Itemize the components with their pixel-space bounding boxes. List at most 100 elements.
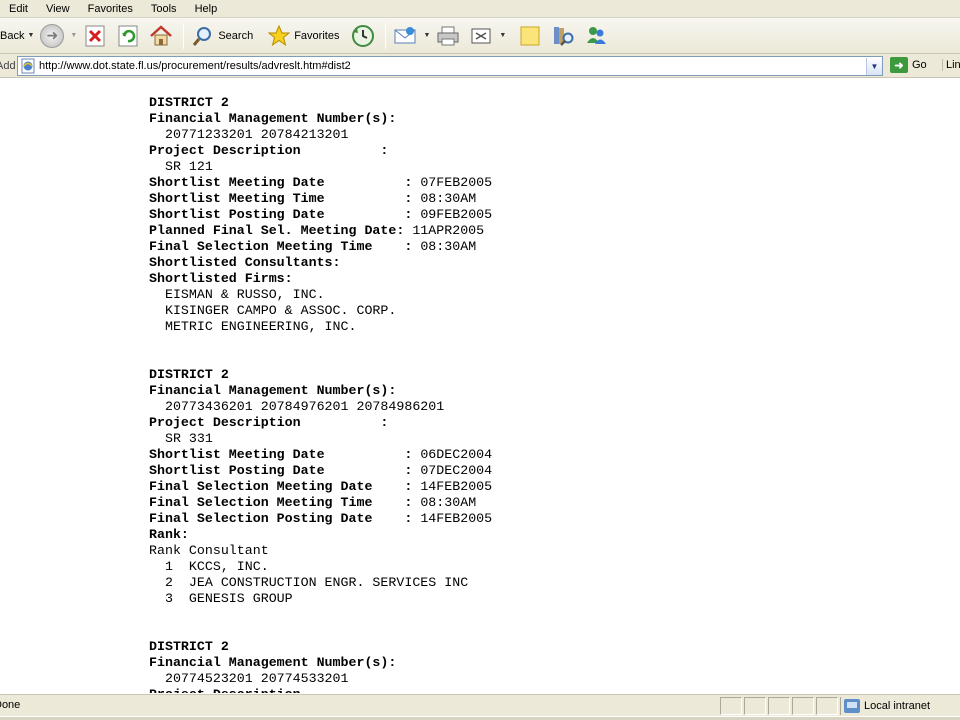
field-value: 08:30AM xyxy=(420,191,477,206)
field-label: Shortlist Posting Date : xyxy=(149,463,421,478)
status-text: Done xyxy=(0,699,21,711)
menu-edit[interactable]: Edit xyxy=(0,1,37,17)
menu-favorites[interactable]: Favorites xyxy=(79,1,142,17)
toolbar: Back ▼ ➜ ▼ Search Favorites ▼ ▼ xyxy=(0,18,960,54)
address-field[interactable]: ▼ xyxy=(17,56,883,76)
search-label: Search xyxy=(218,29,254,42)
page-content: DISTRICT 2 Financial Management Number(s)… xyxy=(0,79,960,693)
go-arrow-icon: ➜ xyxy=(890,57,908,73)
research-icon xyxy=(551,24,575,48)
content-line: Shortlist Posting Date : 07DEC2004 xyxy=(149,463,492,479)
refresh-button[interactable] xyxy=(113,22,146,50)
menu-help[interactable]: Help xyxy=(186,1,227,17)
forward-icon: ➜ xyxy=(40,23,65,48)
forward-button[interactable]: ➜ ▼ xyxy=(37,22,80,50)
security-zone[interactable]: Local intranet xyxy=(840,697,960,715)
content-line: SR 331 xyxy=(149,431,492,447)
text-line: Project Description xyxy=(149,687,301,693)
menu-tools[interactable]: Tools xyxy=(142,1,186,17)
text-line: Shortlisted Consultants: xyxy=(149,255,341,270)
menu-bar: Edit View Favorites Tools Help xyxy=(0,0,960,18)
content-line: Financial Management Number(s): xyxy=(149,655,492,671)
content-line: Financial Management Number(s): xyxy=(149,111,492,127)
menu-view[interactable]: View xyxy=(37,1,79,17)
star-icon xyxy=(267,24,291,48)
content-line: Final Selection Meeting Time : 08:30AM xyxy=(149,495,492,511)
address-dropdown-icon[interactable]: ▼ xyxy=(866,57,882,75)
field-label: Shortlist Meeting Date : xyxy=(149,447,421,462)
research-button[interactable] xyxy=(548,22,581,50)
status-pane xyxy=(768,697,790,715)
text-line: SR 331 xyxy=(149,431,213,446)
search-icon xyxy=(191,24,215,48)
text-line: 20773436201 20784976201 20784986201 xyxy=(149,399,445,414)
text-line: DISTRICT 2 xyxy=(149,639,229,654)
url-input[interactable] xyxy=(39,58,866,74)
text-line: Shortlisted Firms: xyxy=(149,271,293,286)
edit-page-icon xyxy=(469,24,493,48)
text-line: Financial Management Number(s): xyxy=(149,383,397,398)
text-line: 20771233201 20784213201 xyxy=(149,127,349,142)
content-line: 2 JEA CONSTRUCTION ENGR. SERVICES INC xyxy=(149,575,492,591)
search-button[interactable]: Search xyxy=(188,22,256,50)
zone-label: Local intranet xyxy=(864,700,931,712)
forward-dropdown-icon[interactable]: ▼ xyxy=(70,32,77,39)
content-line: DISTRICT 2 xyxy=(149,639,492,655)
text-line: 3 GENESIS GROUP xyxy=(149,591,293,606)
address-label: Address xyxy=(0,59,16,72)
intranet-icon xyxy=(844,699,860,713)
discuss-button[interactable] xyxy=(515,22,548,50)
messenger-icon xyxy=(584,24,608,48)
field-value: 14FEB2005 xyxy=(420,479,493,494)
content-line: METRIC ENGINEERING, INC. xyxy=(149,319,492,335)
content-line: 20774523201 20774533201 xyxy=(149,671,492,687)
text-line: Project Description : xyxy=(149,415,389,430)
text-line: KISINGER CAMPO & ASSOC. CORP. xyxy=(149,303,397,318)
content-line: Rank Consultant xyxy=(149,543,492,559)
content-line: Shortlist Meeting Time : 08:30AM xyxy=(149,191,492,207)
field-label: Final Selection Meeting Time : xyxy=(149,495,421,510)
page-icon xyxy=(20,58,36,74)
status-pane xyxy=(792,697,814,715)
content-line xyxy=(149,607,492,623)
content-line: Project Description : xyxy=(149,143,492,159)
text-line: DISTRICT 2 xyxy=(149,367,229,382)
messenger-button[interactable] xyxy=(581,22,614,50)
content-line xyxy=(149,335,492,351)
mail-icon xyxy=(393,24,417,48)
toolbar-separator xyxy=(183,22,185,49)
text-line: 2 JEA CONSTRUCTION ENGR. SERVICES INC xyxy=(149,575,469,590)
text-line: 20774523201 20774533201 xyxy=(149,671,349,686)
home-button[interactable] xyxy=(146,22,179,50)
back-button[interactable]: Back ▼ xyxy=(0,22,37,50)
text-line: Rank: xyxy=(149,527,189,542)
content-line: DISTRICT 2 xyxy=(149,95,492,111)
text-line: 1 KCCS, INC. xyxy=(149,559,269,574)
print-button[interactable] xyxy=(433,22,466,50)
field-value: 07DEC2004 xyxy=(420,463,493,478)
back-dropdown-icon[interactable]: ▼ xyxy=(27,32,34,39)
go-button[interactable]: ➜ Go xyxy=(890,57,927,73)
mail-button[interactable]: ▼ xyxy=(390,22,433,50)
links-label[interactable]: Links xyxy=(942,59,960,71)
content-line: Final Selection Meeting Date : 14FEB2005 xyxy=(149,479,492,495)
history-button[interactable] xyxy=(348,22,381,50)
home-icon xyxy=(149,24,173,48)
content-line: Shortlist Posting Date : 09FEB2005 xyxy=(149,207,492,223)
field-value: 08:30AM xyxy=(420,239,477,254)
favorites-button[interactable]: Favorites xyxy=(264,22,342,50)
content-line: Project Description xyxy=(149,687,492,693)
content-line: EISMAN & RUSSO, INC. xyxy=(149,287,492,303)
status-pane xyxy=(720,697,742,715)
content-line: Rank: xyxy=(149,527,492,543)
field-label: Planned Final Sel. Meeting Date: xyxy=(149,223,413,238)
edit-button[interactable]: ▼ xyxy=(466,22,509,50)
stop-button[interactable] xyxy=(80,22,113,50)
go-label: Go xyxy=(912,59,927,71)
printer-icon xyxy=(436,24,460,48)
field-label: Final Selection Meeting Time : xyxy=(149,239,421,254)
edit-dropdown-icon[interactable]: ▼ xyxy=(499,32,506,39)
mail-dropdown-icon[interactable]: ▼ xyxy=(423,32,430,39)
back-label: Back xyxy=(0,29,25,42)
text-line: METRIC ENGINEERING, INC. xyxy=(149,319,357,334)
